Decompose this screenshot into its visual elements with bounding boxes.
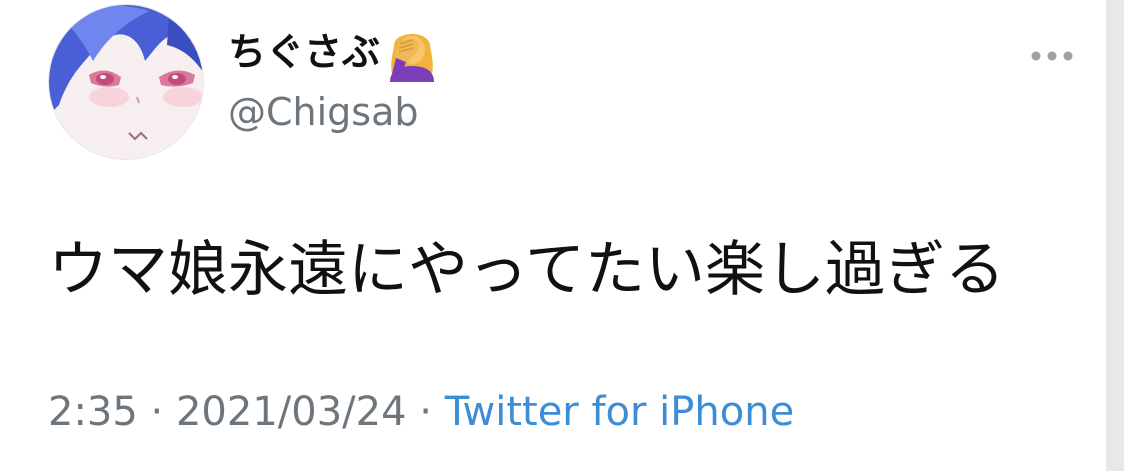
tweet-date[interactable]: 2021/03/24: [176, 389, 407, 435]
tweet-text: ウマ娘永遠にやってたい楽し過ぎる: [48, 235, 1005, 305]
tweet-source-link[interactable]: Twitter for iPhone: [445, 389, 795, 435]
scrollbar-track[interactable]: [1106, 0, 1124, 471]
tweet-time[interactable]: 2:35: [48, 389, 138, 435]
more-horizontal-icon[interactable]: [1028, 44, 1076, 68]
meta-separator: ·: [137, 389, 176, 435]
tweet-metadata: 2:35 · 2021/03/24 · Twitter for iPhone: [48, 384, 794, 440]
meta-separator: ·: [406, 389, 445, 435]
avatar[interactable]: [48, 4, 204, 160]
author-display-name[interactable]: ちぐさぶ: [228, 22, 442, 82]
display-name-text: ちぐさぶ: [228, 30, 381, 74]
facepalm-woman-icon: [382, 22, 442, 82]
avatar-image: [49, 5, 203, 159]
author-handle[interactable]: @Chigsab: [228, 86, 419, 138]
